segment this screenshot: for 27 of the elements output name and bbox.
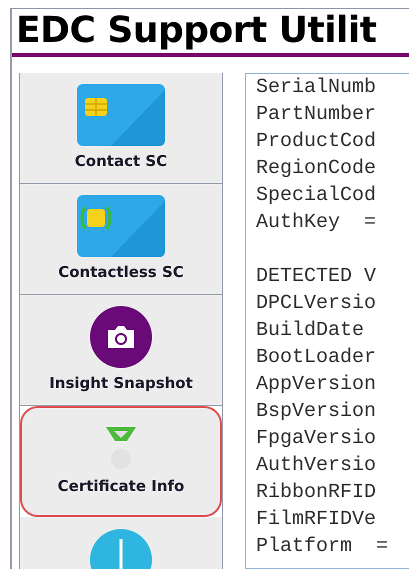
sidebar-button[interactable]: Contact SC: [20, 73, 222, 184]
output-line: DETECTED V: [256, 264, 378, 290]
output-line: PartNumber: [256, 102, 378, 128]
info-icon: [90, 529, 152, 569]
output-line: SerialNumb: [256, 75, 378, 101]
sidebar-button[interactable]: Insight Snapshot: [20, 295, 222, 406]
sidebar-button[interactable]: Certificate Info: [20, 406, 222, 517]
app-title: EDC Support Utilit: [12, 9, 409, 57]
camera-icon: [90, 306, 152, 368]
chip-card-icon: [77, 84, 165, 146]
output-line: BootLoader: [256, 345, 378, 371]
output-line: RibbonRFID: [256, 480, 378, 506]
certificate-icon: [104, 424, 138, 471]
output-line: AuthKey =: [256, 210, 378, 236]
output-line: SpecialCod: [256, 183, 378, 209]
output-line: RegionCode: [256, 156, 378, 182]
contactless-card-icon: [77, 194, 165, 257]
output-line: DPCLVersio: [256, 291, 378, 317]
output-line: FpgaVersio: [256, 426, 378, 452]
output-line: AppVersion: [256, 372, 378, 398]
output-line: Platform =: [256, 534, 390, 560]
output-line: BuildDate: [256, 318, 366, 344]
output-line: AuthVersio: [256, 453, 378, 479]
output-line: ProductCod: [256, 129, 378, 155]
output-line: FilmRFIDVe: [256, 507, 378, 533]
sidebar-button[interactable]: Contactless SC: [20, 184, 222, 295]
output-line: BspVersion: [256, 399, 378, 425]
